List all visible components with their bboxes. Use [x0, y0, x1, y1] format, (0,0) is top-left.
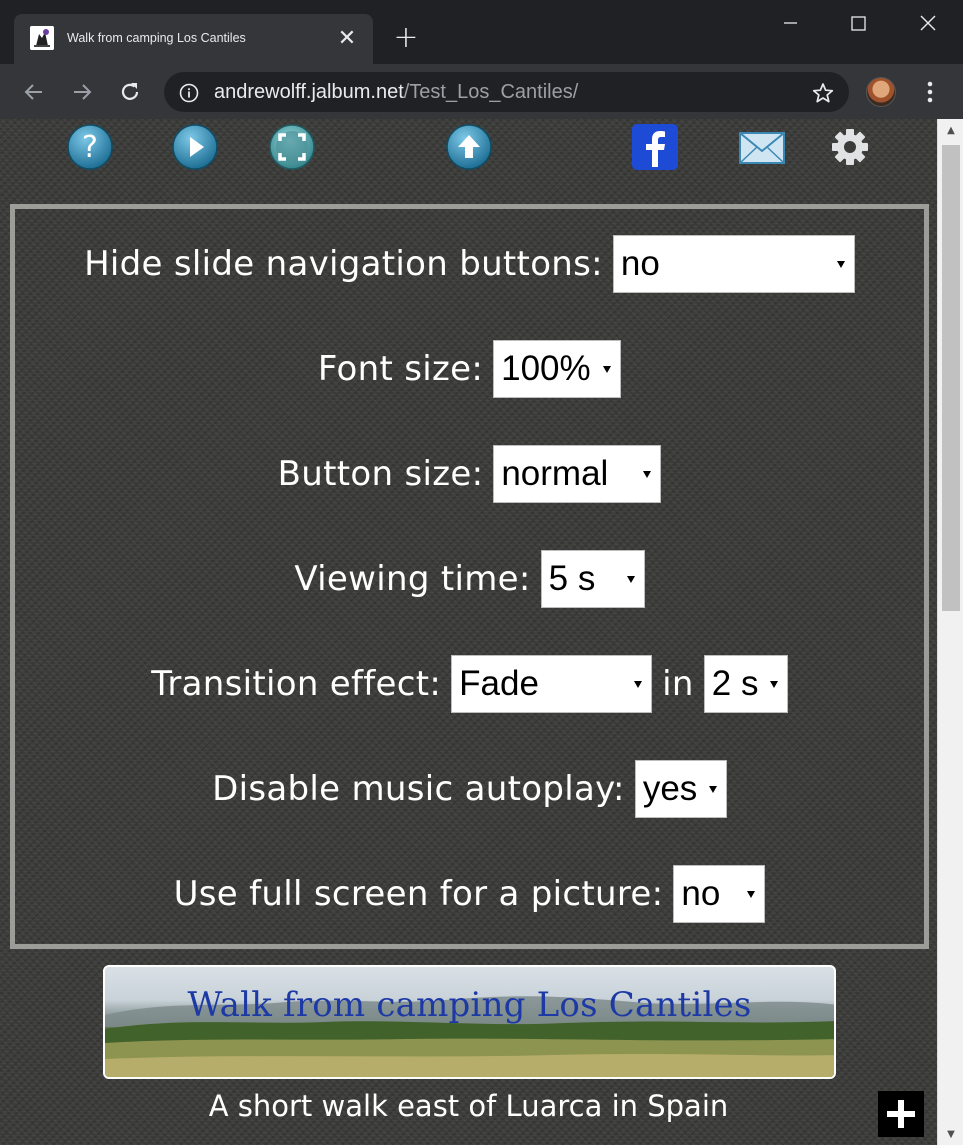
select-value: no — [620, 244, 660, 283]
favicon-icon — [30, 26, 54, 50]
url-host: andrewolff.jalbum.net — [214, 81, 404, 103]
full-screen-select[interactable]: no — [673, 865, 766, 923]
url-text: andrewolff.jalbum.net/Test_Los_Cantiles/ — [214, 81, 578, 104]
hide-navigation-select[interactable]: no — [612, 235, 855, 293]
select-value: 100% — [501, 349, 591, 388]
dropdown-arrow-icon — [626, 576, 635, 583]
album-banner[interactable]: Walk from camping Los Cantiles — [103, 965, 836, 1079]
minimize-icon[interactable] — [770, 8, 810, 38]
window-close-icon[interactable] — [908, 8, 948, 38]
music-autoplay-select[interactable]: yes — [634, 760, 727, 818]
help-icon[interactable]: ? — [66, 123, 114, 171]
tab-close-icon[interactable]: ✕ — [335, 27, 359, 51]
select-value: normal — [501, 454, 609, 493]
profile-avatar[interactable] — [866, 77, 896, 107]
maximize-icon[interactable] — [838, 8, 878, 38]
plus-icon[interactable] — [878, 1091, 924, 1137]
scroll-down-arrow-icon[interactable]: ▼ — [945, 1129, 957, 1141]
tab-strip: Walk from camping Los Cantiles ✕ + — [0, 0, 963, 64]
browser-toolbar: andrewolff.jalbum.net/Test_Los_Cantiles/ — [0, 64, 963, 119]
setting-hide-navigation: Hide slide navigation buttons: no — [15, 234, 924, 294]
dropdown-arrow-icon — [747, 891, 756, 898]
dropdown-arrow-icon — [634, 681, 643, 688]
font-size-select[interactable]: 100% — [493, 340, 622, 398]
setting-label: Font size: — [317, 349, 484, 389]
transition-duration-select[interactable]: 2 s — [703, 655, 788, 713]
select-value: yes — [642, 769, 698, 808]
up-arrow-icon[interactable] — [445, 123, 493, 171]
select-value: 2 s — [711, 664, 759, 703]
vertical-scrollbar[interactable]: ▲ ▼ — [937, 119, 963, 1145]
setting-full-screen: Use full screen for a picture: no — [15, 864, 924, 924]
scroll-up-arrow-icon[interactable]: ▲ — [945, 125, 957, 137]
button-size-select[interactable]: normal — [493, 445, 662, 503]
kebab-menu-icon[interactable] — [918, 78, 942, 106]
transition-effect-select[interactable]: Fade — [451, 655, 653, 713]
url-path: /Test_Los_Cantiles/ — [403, 81, 579, 103]
svg-text:?: ? — [82, 130, 98, 165]
mail-icon[interactable] — [738, 123, 786, 171]
setting-button-size: Button size: normal — [15, 444, 924, 504]
dropdown-arrow-icon — [769, 681, 778, 688]
new-tab-icon[interactable]: + — [392, 23, 420, 53]
setting-viewing-time: Viewing time: 5 s — [15, 549, 924, 609]
settings-panel: Hide slide navigation buttons: no Font s… — [10, 204, 929, 949]
setting-transition-effect: Transition effect: Fade in 2 s — [15, 654, 924, 714]
setting-label: Disable music autoplay: — [212, 769, 625, 809]
album-subtitle: A short walk east of Luarca in Spain — [208, 1089, 729, 1123]
forward-arrow-icon[interactable] — [68, 78, 96, 106]
select-value: 5 s — [548, 559, 596, 598]
setting-label: Button size: — [277, 454, 484, 494]
dropdown-arrow-icon — [603, 366, 612, 373]
tab-title: Walk from camping Los Cantiles — [67, 31, 246, 45]
browser-tab[interactable]: Walk from camping Los Cantiles ✕ — [14, 14, 373, 64]
select-value: no — [681, 874, 721, 913]
page-viewport: ? Hide slide navigation buttons: no Font… — [0, 119, 937, 1145]
setting-label: Transition effect: — [151, 664, 442, 704]
select-value: Fade — [459, 664, 539, 703]
album-title: Walk from camping Los Cantiles — [187, 985, 752, 1025]
gear-icon[interactable] — [826, 123, 874, 171]
fullscreen-icon[interactable] — [268, 123, 316, 171]
dropdown-arrow-icon — [643, 471, 652, 478]
back-arrow-icon[interactable] — [20, 78, 48, 106]
setting-label: Viewing time: — [294, 559, 531, 599]
setting-font-size: Font size: 100% — [15, 339, 924, 399]
dropdown-arrow-icon — [708, 786, 717, 793]
bookmark-star-icon[interactable] — [811, 81, 835, 105]
site-info-icon[interactable] — [179, 83, 199, 103]
play-icon[interactable] — [171, 123, 219, 171]
viewing-time-select[interactable]: 5 s — [540, 550, 645, 608]
setting-label: Hide slide navigation buttons: — [84, 244, 603, 284]
address-bar[interactable]: andrewolff.jalbum.net/Test_Los_Cantiles/ — [164, 72, 849, 112]
dropdown-arrow-icon — [836, 261, 845, 268]
scrollbar-thumb[interactable] — [942, 145, 960, 611]
reload-icon[interactable] — [116, 78, 144, 106]
in-label: in — [662, 664, 694, 704]
setting-label: Use full screen for a picture: — [173, 874, 664, 914]
setting-music-autoplay: Disable music autoplay: yes — [15, 759, 924, 819]
facebook-icon[interactable] — [631, 123, 679, 171]
